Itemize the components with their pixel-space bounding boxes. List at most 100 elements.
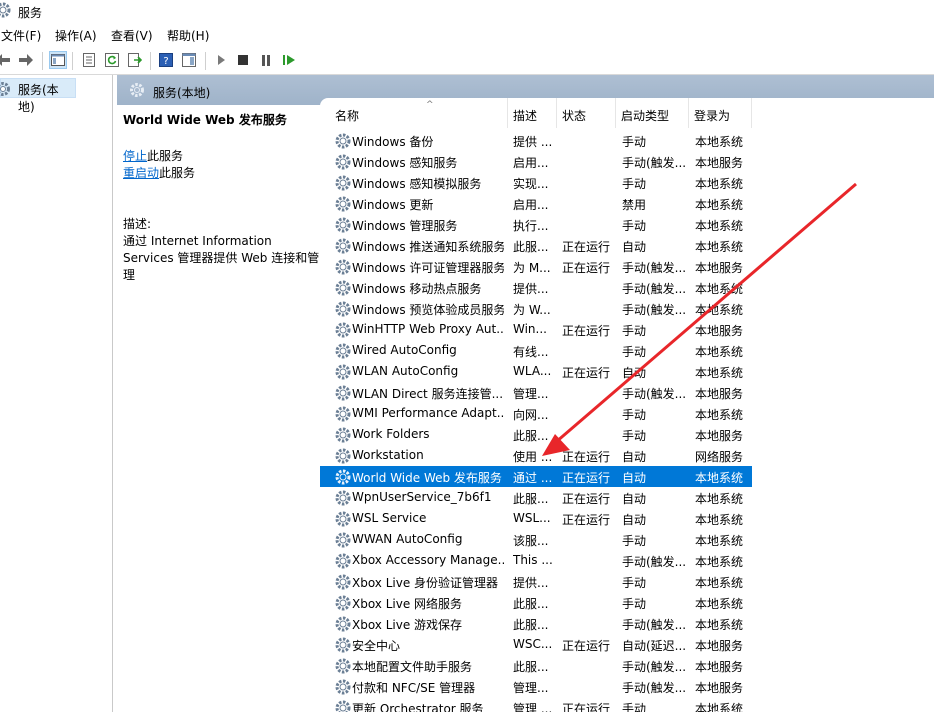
service-status: 正在运行 bbox=[562, 702, 611, 712]
table-row[interactable]: WWAN AutoConfig 该服... 手动 本地系统 bbox=[320, 529, 752, 550]
export-list-icon[interactable] bbox=[126, 51, 144, 69]
table-row[interactable]: Windows 预览体验成员服务为 W... 手动(触发... 本地系统 bbox=[320, 298, 752, 319]
service-gear-icon bbox=[334, 300, 352, 321]
table-row[interactable]: Windows 许可证管理器服务为 M... 正在运行 手动(触发... 本地服务 bbox=[320, 256, 752, 277]
list-rows: Windows 备份 提供 ... 手动 本地系统 Windows 感知服务 启用... 手… bbox=[320, 130, 934, 712]
table-row[interactable]: Xbox Live 游戏保存 此服... 手动(触发... 本地系统 bbox=[320, 613, 752, 634]
table-row[interactable]: WMI Performance Adapt... 向网... 手动 本地系统 bbox=[320, 403, 752, 424]
column-header-logon-as[interactable]: 登录为 bbox=[689, 98, 752, 128]
service-startup-type: 手动(触发... bbox=[622, 156, 687, 170]
column-header-name[interactable]: ^ 名称 bbox=[330, 98, 508, 128]
properties-icon[interactable] bbox=[80, 51, 98, 69]
column-header-startup-type[interactable]: 启动类型 bbox=[616, 98, 689, 128]
menu-file[interactable]: 文件(F) bbox=[1, 27, 41, 44]
table-row[interactable]: Windows 推送通知系统服务 此服... 正在运行 自动 本地系统 bbox=[320, 235, 752, 256]
table-row[interactable]: 付款和 NFC/SE 管理器 管理... 手动(触发... 本地服务 bbox=[320, 676, 752, 697]
service-description-cell: 通过 ... bbox=[513, 471, 553, 485]
service-logon-as: 本地系统 bbox=[695, 618, 744, 632]
service-gear-icon bbox=[334, 573, 352, 594]
column-header-description[interactable]: 描述 bbox=[508, 98, 557, 128]
service-name: WWAN AutoConfig bbox=[352, 532, 463, 546]
service-logon-as: 本地服务 bbox=[695, 681, 744, 695]
table-row[interactable]: WLAN AutoConfig WLA... 正在运行 自动 本地系统 bbox=[320, 361, 752, 382]
service-logon-as: 本地服务 bbox=[695, 639, 744, 653]
service-name: Windows 感知服务 bbox=[352, 156, 458, 170]
table-row[interactable]: Wired AutoConfig 有线... 手动 本地系统 bbox=[320, 340, 752, 361]
stop-service-link[interactable]: 停止 bbox=[123, 149, 147, 163]
table-row[interactable]: World Wide Web 发布服务 通过 ... 正在运行 自动 本地系统 bbox=[320, 466, 752, 487]
service-startup-type: 禁用 bbox=[622, 198, 647, 212]
stop-service-icon[interactable] bbox=[234, 51, 252, 69]
table-row[interactable]: Windows 感知服务 启用... 手动(触发... 本地服务 bbox=[320, 151, 752, 172]
table-row[interactable]: Windows 感知模拟服务 实现... 手动 本地系统 bbox=[320, 172, 752, 193]
restart-service-icon[interactable] bbox=[280, 51, 298, 69]
menu-help[interactable]: 帮助(H) bbox=[167, 27, 209, 44]
table-row[interactable]: Workstation 使用 ... 正在运行 自动 网络服务 bbox=[320, 445, 752, 466]
service-gear-icon bbox=[334, 363, 352, 384]
service-actions: 停止此服务 重启动此服务 bbox=[123, 148, 195, 182]
table-row[interactable]: Xbox Live 身份验证管理器 提供... 手动 本地系统 bbox=[320, 571, 752, 592]
service-startup-type: 手动 bbox=[622, 702, 647, 712]
service-startup-type: 手动 bbox=[622, 345, 647, 359]
table-row[interactable]: 更新 Orchestrator 服务 管理 ... 正在运行 手动 本地系统 bbox=[320, 697, 752, 712]
description-label: 描述: bbox=[123, 217, 152, 231]
service-startup-type: 手动(触发... bbox=[622, 261, 687, 275]
service-gear-icon bbox=[334, 615, 352, 636]
pause-service-icon[interactable] bbox=[257, 51, 275, 69]
service-logon-as: 本地系统 bbox=[695, 408, 744, 422]
back-arrow-icon[interactable] bbox=[0, 51, 12, 69]
table-row[interactable]: Windows 更新 启用... 禁用 本地系统 bbox=[320, 193, 752, 214]
menu-action[interactable]: 操作(A) bbox=[55, 27, 97, 44]
services-list: ^ 名称 描述 状态 启动类型 登录为 Windows 备份 提供 ... 手动 本地… bbox=[320, 98, 934, 712]
column-header-status[interactable]: 状态 bbox=[557, 98, 616, 128]
tree-item-label: 服务(本地) bbox=[18, 83, 59, 114]
service-description-cell: 此服... bbox=[513, 492, 549, 506]
service-description-cell: 为 M... bbox=[513, 261, 551, 275]
table-row[interactable]: WinHTTP Web Proxy Aut... Win... 正在运行 手动 本地服务 bbox=[320, 319, 752, 340]
forward-arrow-icon[interactable] bbox=[17, 51, 35, 69]
service-name: WLAN AutoConfig bbox=[352, 364, 459, 378]
toolbar-separator bbox=[150, 52, 151, 70]
table-row[interactable]: 安全中心 WSC... 正在运行 自动(延迟... 本地服务 bbox=[320, 634, 752, 655]
service-gear-icon bbox=[334, 384, 352, 405]
table-row[interactable]: Windows 备份 提供 ... 手动 本地系统 bbox=[320, 130, 752, 151]
start-service-icon[interactable] bbox=[212, 51, 230, 69]
table-row[interactable]: WSL Service WSL... 正在运行 自动 本地系统 bbox=[320, 508, 752, 529]
list-header: ^ 名称 描述 状态 启动类型 登录为 bbox=[320, 98, 934, 128]
table-row[interactable]: Xbox Live 网络服务 此服... 手动 本地系统 bbox=[320, 592, 752, 613]
service-description-cell: WSL... bbox=[513, 511, 551, 525]
description-text: 通过 Internet Information Services 管理器提供 W… bbox=[123, 234, 320, 282]
service-logon-as: 本地系统 bbox=[695, 198, 744, 212]
service-name: Xbox Live 网络服务 bbox=[352, 597, 463, 611]
stop-link-suffix: 此服务 bbox=[147, 149, 184, 163]
table-row[interactable]: WpnUserService_7b6f1 此服... 正在运行 自动 本地系统 bbox=[320, 487, 752, 508]
service-gear-icon bbox=[334, 552, 352, 573]
service-status: 正在运行 bbox=[562, 324, 611, 338]
table-row[interactable]: 本地配置文件助手服务 此服... 手动(触发... 本地服务 bbox=[320, 655, 752, 676]
menu-view[interactable]: 查看(V) bbox=[111, 27, 153, 44]
help-icon[interactable]: ? bbox=[157, 51, 175, 69]
action-pane-icon[interactable] bbox=[180, 51, 198, 69]
service-logon-as: 本地服务 bbox=[695, 660, 744, 674]
show-hide-console-tree-icon[interactable] bbox=[49, 51, 67, 69]
service-name: Xbox Live 游戏保存 bbox=[352, 618, 463, 632]
table-row[interactable]: WLAN Direct 服务连接管... 管理... 手动(触发... 本地服务 bbox=[320, 382, 752, 403]
restart-service-link[interactable]: 重启动 bbox=[123, 166, 159, 180]
table-row[interactable]: Xbox Accessory Manage... This ... 手动(触发...… bbox=[320, 550, 752, 571]
refresh-icon[interactable] bbox=[103, 51, 121, 69]
table-row[interactable]: Windows 移动热点服务 提供... 手动(触发... 本地系统 bbox=[320, 277, 752, 298]
table-row[interactable]: Windows 管理服务 执行... 手动 本地系统 bbox=[320, 214, 752, 235]
service-startup-type: 手动 bbox=[622, 534, 647, 548]
service-gear-icon bbox=[334, 699, 352, 712]
service-description-cell: 提供 ... bbox=[513, 135, 553, 149]
table-row[interactable]: Work Folders 此服... 手动 本地服务 bbox=[320, 424, 752, 445]
service-logon-as: 本地服务 bbox=[695, 429, 744, 443]
service-gear-icon bbox=[334, 426, 352, 447]
service-logon-as: 本地系统 bbox=[695, 135, 744, 149]
service-name: Work Folders bbox=[352, 427, 430, 441]
content-header-title: 服务(本地) bbox=[153, 86, 211, 100]
tree-item-services-local[interactable]: 服务(本地) bbox=[0, 78, 76, 114]
service-name: WSL Service bbox=[352, 511, 427, 525]
service-description-cell: Win... bbox=[513, 322, 547, 336]
service-gear-icon bbox=[334, 468, 352, 489]
